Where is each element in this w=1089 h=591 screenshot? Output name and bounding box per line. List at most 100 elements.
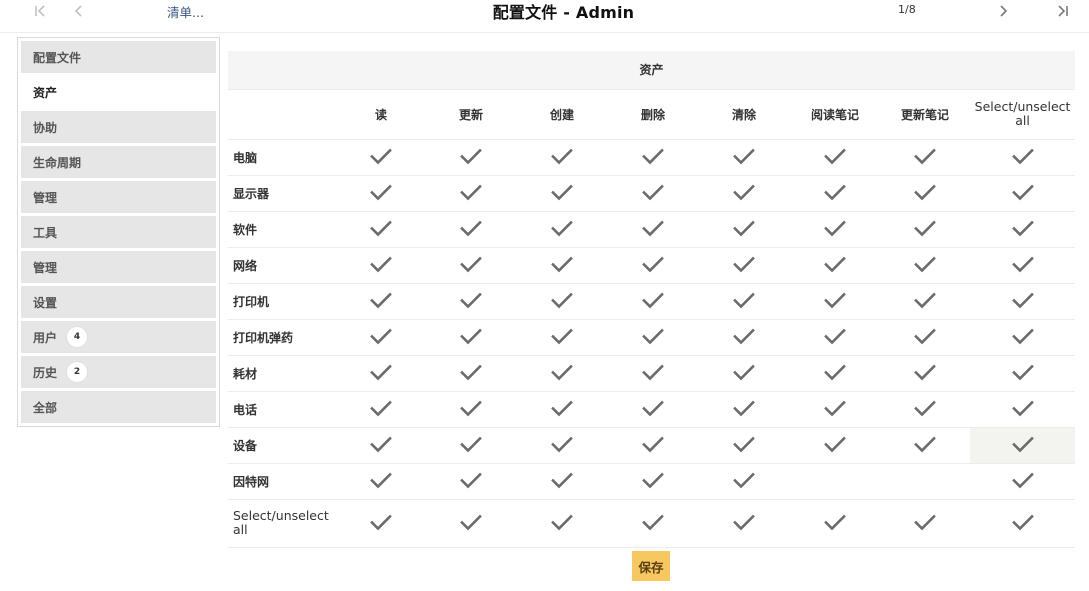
- checkmark-icon[interactable]: [369, 288, 393, 312]
- checkmark-icon[interactable]: [641, 144, 665, 168]
- right-cell[interactable]: [880, 211, 970, 248]
- right-cell[interactable]: [698, 391, 790, 428]
- checkmark-icon[interactable]: [459, 432, 483, 456]
- tab-2[interactable]: 协助: [21, 111, 216, 143]
- tab-4[interactable]: 管理: [21, 181, 216, 213]
- checkmark-icon[interactable]: [641, 510, 665, 534]
- checkmark-icon[interactable]: [823, 252, 847, 276]
- checkmark-icon[interactable]: [1011, 144, 1035, 168]
- checkmark-icon[interactable]: [732, 216, 756, 240]
- right-cell[interactable]: [516, 391, 608, 428]
- checkmark-icon[interactable]: [913, 216, 937, 240]
- checkmark-icon[interactable]: [459, 252, 483, 276]
- checkmark-icon[interactable]: [732, 180, 756, 204]
- checkmark-icon[interactable]: [1011, 180, 1035, 204]
- right-cell[interactable]: [336, 499, 426, 548]
- checkmark-icon[interactable]: [823, 360, 847, 384]
- right-cell[interactable]: [880, 247, 970, 284]
- checkmark-icon[interactable]: [732, 288, 756, 312]
- right-cell[interactable]: [698, 463, 790, 500]
- right-cell[interactable]: [336, 247, 426, 284]
- checkmark-icon[interactable]: [823, 324, 847, 348]
- tab-7[interactable]: 设置: [21, 286, 216, 318]
- right-cell[interactable]: [336, 391, 426, 428]
- right-cell[interactable]: [880, 283, 970, 320]
- right-cell[interactable]: [790, 283, 880, 320]
- checkmark-icon[interactable]: [1011, 252, 1035, 276]
- checkmark-icon[interactable]: [369, 432, 393, 456]
- right-cell[interactable]: [426, 139, 516, 176]
- right-cell[interactable]: [516, 499, 608, 548]
- right-cell[interactable]: [608, 247, 698, 284]
- right-cell[interactable]: [970, 139, 1076, 176]
- right-cell[interactable]: [426, 427, 516, 464]
- checkmark-icon[interactable]: [823, 216, 847, 240]
- right-cell[interactable]: [608, 499, 698, 548]
- right-cell[interactable]: [608, 211, 698, 248]
- right-cell[interactable]: [336, 355, 426, 392]
- right-cell[interactable]: [790, 463, 880, 500]
- checkmark-icon[interactable]: [641, 432, 665, 456]
- right-cell[interactable]: [970, 319, 1076, 356]
- right-cell[interactable]: [336, 319, 426, 356]
- right-cell[interactable]: [698, 319, 790, 356]
- checkmark-icon[interactable]: [732, 396, 756, 420]
- checkmark-icon[interactable]: [550, 324, 574, 348]
- right-cell[interactable]: [516, 211, 608, 248]
- checkmark-icon[interactable]: [1011, 216, 1035, 240]
- checkmark-icon[interactable]: [459, 324, 483, 348]
- checkmark-icon[interactable]: [369, 324, 393, 348]
- right-cell[interactable]: [426, 247, 516, 284]
- right-cell[interactable]: [790, 391, 880, 428]
- checkmark-icon[interactable]: [459, 468, 483, 492]
- checkmark-icon[interactable]: [823, 144, 847, 168]
- checkmark-icon[interactable]: [550, 252, 574, 276]
- checkmark-icon[interactable]: [459, 510, 483, 534]
- checkmark-icon[interactable]: [1011, 432, 1035, 456]
- checkmark-icon[interactable]: [641, 288, 665, 312]
- checkmark-icon[interactable]: [732, 252, 756, 276]
- right-cell[interactable]: [426, 355, 516, 392]
- right-cell[interactable]: [880, 391, 970, 428]
- checkmark-icon[interactable]: [732, 360, 756, 384]
- checkmark-icon[interactable]: [369, 396, 393, 420]
- right-cell[interactable]: [608, 139, 698, 176]
- next-page-icon[interactable]: [992, 0, 1014, 22]
- checkmark-icon[interactable]: [1011, 288, 1035, 312]
- right-cell[interactable]: [516, 139, 608, 176]
- checkmark-icon[interactable]: [823, 288, 847, 312]
- right-cell[interactable]: [880, 499, 970, 548]
- right-cell[interactable]: [880, 319, 970, 356]
- right-cell[interactable]: [426, 499, 516, 548]
- checkmark-icon[interactable]: [369, 216, 393, 240]
- right-cell[interactable]: [426, 283, 516, 320]
- checkmark-icon[interactable]: [459, 288, 483, 312]
- right-cell[interactable]: [516, 355, 608, 392]
- right-cell[interactable]: [426, 319, 516, 356]
- checkmark-icon[interactable]: [369, 252, 393, 276]
- checkmark-icon[interactable]: [550, 510, 574, 534]
- checkmark-icon[interactable]: [459, 180, 483, 204]
- right-cell[interactable]: [880, 175, 970, 212]
- right-cell[interactable]: [880, 139, 970, 176]
- checkmark-icon[interactable]: [550, 360, 574, 384]
- checkmark-icon[interactable]: [369, 468, 393, 492]
- right-cell[interactable]: [516, 427, 608, 464]
- right-cell[interactable]: [790, 175, 880, 212]
- checkmark-icon[interactable]: [823, 396, 847, 420]
- checkmark-icon[interactable]: [641, 360, 665, 384]
- checkmark-icon[interactable]: [823, 510, 847, 534]
- tab-3[interactable]: 生命周期: [21, 146, 216, 178]
- right-cell[interactable]: [970, 427, 1076, 464]
- right-cell[interactable]: [698, 499, 790, 548]
- right-cell[interactable]: [698, 283, 790, 320]
- checkmark-icon[interactable]: [913, 144, 937, 168]
- checkmark-icon[interactable]: [550, 468, 574, 492]
- right-cell[interactable]: [970, 211, 1076, 248]
- right-cell[interactable]: [790, 247, 880, 284]
- checkmark-icon[interactable]: [732, 324, 756, 348]
- checkmark-icon[interactable]: [913, 396, 937, 420]
- checkmark-icon[interactable]: [913, 360, 937, 384]
- right-cell[interactable]: [336, 211, 426, 248]
- tab-8[interactable]: 用户 4: [21, 321, 216, 353]
